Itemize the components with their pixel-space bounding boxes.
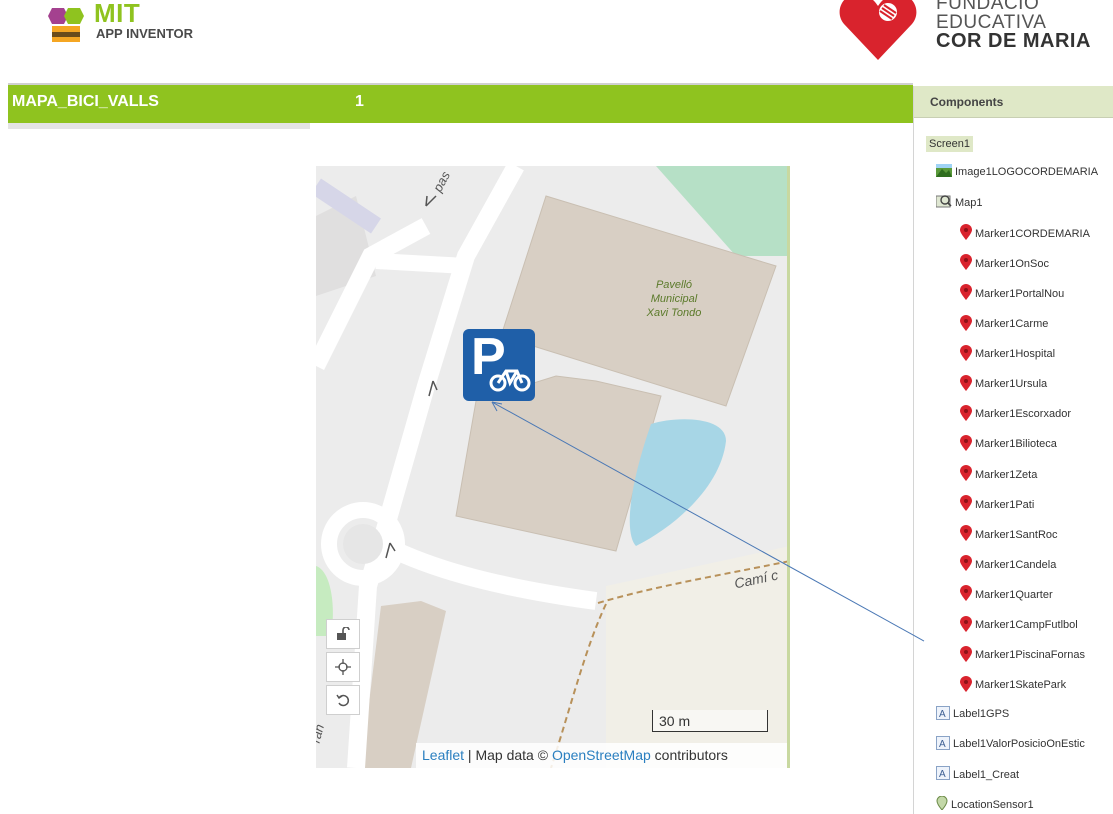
- label-icon: A: [936, 735, 950, 753]
- marker-icon: [960, 284, 972, 303]
- map-tiles: [316, 166, 787, 768]
- openstreetmap-link[interactable]: OpenStreetMap: [552, 747, 651, 763]
- tree-item-label: LocationSensor1: [951, 798, 1034, 811]
- place-label: Pavelló Municipal Xavi Tondo: [646, 279, 702, 319]
- leaflet-link[interactable]: Leaflet: [422, 747, 464, 763]
- tree-item-label: Marker1Ursula: [975, 378, 1048, 391]
- marker-icon: [960, 495, 972, 514]
- tree-item-label: Marker1CampFutlbol: [975, 619, 1078, 631]
- svg-text:A: A: [939, 739, 946, 750]
- locate-icon[interactable]: [326, 652, 360, 682]
- tree-item[interactable]: Marker1Zeta: [960, 465, 1037, 484]
- tree-item-label: Marker1PiscinaFornas: [975, 649, 1086, 662]
- tree-item-label: Image1LOGOCORDEMARIA: [955, 166, 1099, 178]
- mit-logo-text: MIT: [94, 0, 141, 28]
- label-icon: A: [936, 766, 950, 783]
- screen-label: Screen1: [926, 136, 973, 152]
- marker-icon: [960, 615, 972, 635]
- screen-number: 1: [355, 93, 364, 110]
- location-sensor-icon: [936, 795, 948, 813]
- svg-text:A: A: [939, 709, 946, 720]
- tree-item[interactable]: Marker1SkatePark: [960, 675, 1067, 695]
- tree-item[interactable]: Marker1CORDEMARIA: [960, 224, 1090, 243]
- tree-item[interactable]: A Label1_Creat: [936, 766, 1019, 783]
- lock-icon[interactable]: [326, 619, 360, 649]
- attribution-tail: contributors: [650, 747, 728, 763]
- app-inventor-logo-text: APP INVENTOR: [96, 26, 194, 41]
- tree-item-label: Marker1CORDEMARIA: [975, 227, 1090, 240]
- tree-item-label: Marker1SkatePark: [975, 679, 1067, 692]
- tree-item-label: Marker1Carme: [975, 318, 1049, 330]
- tree-item-label: Label1ValorPosicioOnEstic: [953, 738, 1085, 751]
- marker-icon: [960, 224, 972, 243]
- tree-item[interactable]: A Label1ValorPosicioOnEstic: [936, 735, 1085, 753]
- marker-icon: [960, 675, 972, 695]
- marker-icon: [960, 314, 972, 334]
- tree-item-label: Label1GPS: [953, 708, 1010, 721]
- tree-item-label: Marker1Escorxador: [975, 408, 1071, 421]
- tree-item[interactable]: Marker1Bilioteca: [960, 434, 1057, 454]
- tree-item-label: Marker1OnSoc: [975, 257, 1049, 270]
- tree-item[interactable]: Marker1PortalNou: [960, 284, 1064, 303]
- svg-text:A: A: [939, 769, 946, 780]
- tree-item-label: Marker1PortalNou: [975, 287, 1065, 300]
- marker-icon: [960, 344, 972, 364]
- tree-item-label: Marker1Bilioteca: [975, 438, 1057, 451]
- tree-item-label: Marker1Pati: [975, 498, 1035, 511]
- tree-item[interactable]: Marker1Carme: [960, 314, 1049, 334]
- tree-item[interactable]: Marker1Ursula: [960, 374, 1048, 394]
- tree-item-label: Label1_Creat: [953, 768, 1020, 781]
- tree-item[interactable]: Marker1Pati: [960, 495, 1034, 514]
- tree-item[interactable]: Marker1OnSoc: [960, 254, 1049, 273]
- map-scale: 30 m: [652, 710, 768, 732]
- sponsor-line-3: COR DE MARIA: [936, 30, 1091, 52]
- tree-item[interactable]: Map1: [935, 194, 983, 211]
- marker-icon: [960, 555, 972, 574]
- app-inventor-bee-icon: [48, 8, 84, 42]
- project-bar: MAPA_BICI_VALLS 1: [8, 83, 913, 123]
- components-panel: Components Screen1 Image1LOGOCORDEMARIA M…: [913, 86, 1113, 814]
- components-header: Components: [914, 86, 1113, 118]
- marker-icon: [960, 404, 972, 424]
- tree-item-label: Marker1Candela: [975, 558, 1057, 571]
- marker-icon: [960, 465, 972, 484]
- marker-icon: [960, 434, 972, 454]
- tree-item[interactable]: Marker1Escorxador: [960, 404, 1071, 424]
- map-icon: [935, 194, 952, 211]
- project-name[interactable]: MAPA_BICI_VALLS: [12, 93, 159, 111]
- marker-icon: [960, 374, 972, 394]
- fundacio-cor-de-maria-logo: FUNDACIÓ EDUCATIVA COR DE MARIA: [838, 0, 1113, 70]
- tree-item-label: Marker1Hospital: [975, 348, 1056, 361]
- mit-app-inventor-logo: MIT APP INVENTOR: [38, 0, 208, 50]
- marker-icon: [960, 645, 972, 665]
- tree-item-screen[interactable]: Screen1: [926, 136, 973, 152]
- tree-item[interactable]: Marker1SantRoc: [960, 525, 1058, 544]
- image-icon: [936, 164, 952, 180]
- tree-item[interactable]: Marker1Hospital: [960, 344, 1056, 364]
- tree-item[interactable]: Image1LOGOCORDEMARIA: [936, 164, 1098, 180]
- marker-icon: [960, 585, 972, 604]
- tree-item-label: Map1: [955, 196, 983, 209]
- tree-item[interactable]: LocationSensor1: [936, 795, 1034, 813]
- marker-icon: [960, 525, 972, 544]
- map-attribution: Leaflet | Map data © OpenStreetMap contr…: [416, 743, 787, 768]
- project-bar-shadow: [8, 123, 310, 129]
- label-icon: A: [936, 705, 950, 723]
- tree-item[interactable]: Marker1Quarter: [960, 585, 1053, 604]
- bicycle-icon: [489, 369, 531, 392]
- tree-item[interactable]: Marker1PiscinaFornas: [960, 645, 1086, 665]
- tree-item[interactable]: A Label1GPS: [936, 705, 1010, 723]
- tree-item-label: Marker1SantRoc: [975, 528, 1058, 541]
- reset-view-icon[interactable]: [326, 685, 360, 715]
- tree-item[interactable]: Marker1Candela: [960, 555, 1056, 574]
- tree-item[interactable]: Marker1CampFutlbol: [960, 615, 1078, 635]
- map-view[interactable]: pas Pavelló Municipal Xavi Tondo Camí c …: [316, 166, 790, 768]
- marker-icon: [960, 254, 972, 273]
- bike-parking-marker[interactable]: P: [463, 328, 535, 401]
- heart-logo-icon: [839, 0, 917, 60]
- tree-item-label: Marker1Quarter: [975, 588, 1053, 601]
- attribution-separator: | Map data ©: [464, 747, 552, 763]
- tree-item-label: Marker1Zeta: [975, 468, 1038, 481]
